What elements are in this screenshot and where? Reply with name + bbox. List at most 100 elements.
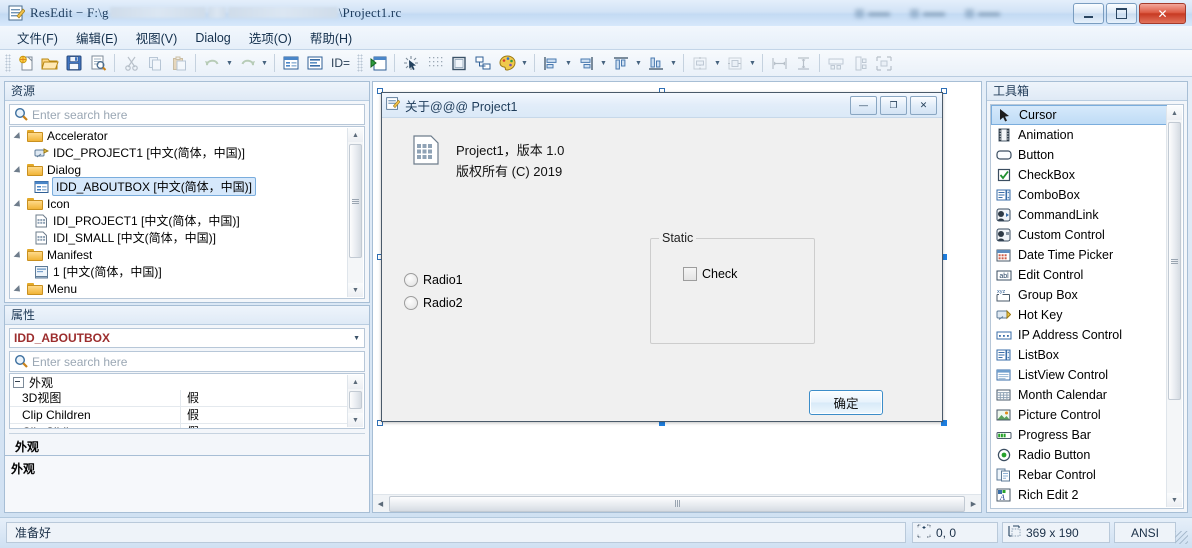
center-horizontal-dropdown-arrow[interactable]: ▼ bbox=[712, 52, 723, 74]
radio2-control[interactable]: Radio2 bbox=[404, 296, 463, 310]
tree-node-accelerator-folder[interactable]: Accelerator bbox=[10, 127, 348, 144]
property-row[interactable]: Clip Children 假 bbox=[10, 407, 348, 424]
tab-order-icon[interactable] bbox=[471, 51, 495, 75]
property-value[interactable]: 假 bbox=[180, 390, 348, 406]
tree-node-accelerator-item[interactable]: IDC_PROJECT1 [中文(简体，中国)] bbox=[10, 144, 348, 161]
about-dialog-preview[interactable]: 关于@@@ Project1 — ❐ ✕ Project1，版本 1.0 版权所… bbox=[381, 92, 943, 422]
copy-icon[interactable] bbox=[143, 51, 167, 75]
properties-icon[interactable] bbox=[279, 51, 303, 75]
tree-node-manifest-item[interactable]: 1 [中文(简体，中国)] bbox=[10, 263, 348, 280]
toolbox-item-rich-edit-2[interactable]: A Rich Edit 2 bbox=[991, 485, 1167, 505]
toolbox-item-ip-address-control[interactable]: IP Address Control bbox=[991, 325, 1167, 345]
menu-options[interactable]: 选项(O) bbox=[240, 25, 301, 50]
align-right-icon[interactable] bbox=[574, 51, 598, 75]
scroll-down-arrow[interactable]: ▼ bbox=[1167, 493, 1182, 507]
static-group-box[interactable]: Static Check bbox=[650, 231, 815, 344]
center-vertical-icon[interactable] bbox=[723, 51, 747, 75]
dialog-minimize-button[interactable]: — bbox=[850, 95, 877, 115]
toolbox-item-group-box[interactable]: xyz Group Box bbox=[991, 285, 1167, 305]
about-copyright-line[interactable]: 版权所有 (C) 2019 bbox=[456, 161, 562, 180]
undo-dropdown-arrow[interactable]: ▼ bbox=[224, 52, 235, 74]
editor-horizontal-scrollbar[interactable]: ◀ ▶ bbox=[373, 494, 981, 512]
toolbox-item-listview-control[interactable]: ListView Control bbox=[991, 365, 1167, 385]
align-bottom-icon[interactable] bbox=[644, 51, 668, 75]
property-row[interactable]: 3D视图 假 bbox=[10, 390, 348, 407]
toolbox-item-radio-button[interactable]: Radio Button bbox=[991, 445, 1167, 465]
scroll-thumb[interactable] bbox=[349, 391, 362, 409]
toolbox-item-month-calendar[interactable]: Month Calendar bbox=[991, 385, 1167, 405]
undo-icon[interactable] bbox=[200, 51, 224, 75]
expand-arrow-icon[interactable] bbox=[14, 130, 25, 141]
toolbox-item-picture-control[interactable]: Picture Control bbox=[991, 405, 1167, 425]
select-tool-icon[interactable] bbox=[399, 51, 423, 75]
toolbox-item-scroll-bar[interactable]: Scroll Bar bbox=[991, 505, 1167, 508]
center-horizontal-icon[interactable] bbox=[688, 51, 712, 75]
redo-icon[interactable] bbox=[235, 51, 259, 75]
tree-node-menu-item[interactable]: IDC_PROJECT1 [中文(简体，中国)] bbox=[10, 297, 348, 298]
toolbox-item-custom-control[interactable]: Custom Control bbox=[991, 225, 1167, 245]
new-file-icon[interactable] bbox=[14, 51, 38, 75]
align-left-dropdown-arrow[interactable]: ▼ bbox=[563, 52, 574, 74]
test-dialog-icon[interactable] bbox=[366, 51, 390, 75]
resize-grip[interactable] bbox=[1175, 531, 1188, 544]
tree-node-dialog-folder[interactable]: Dialog bbox=[10, 161, 348, 178]
tree-node-icon-folder[interactable]: Icon bbox=[10, 195, 348, 212]
tree-node-manifest-folder[interactable]: Manifest bbox=[10, 246, 348, 263]
align-left-icon[interactable] bbox=[539, 51, 563, 75]
toolbox-item-date-time-picker[interactable]: Date Time Picker bbox=[991, 245, 1167, 265]
ok-button[interactable]: 确定 bbox=[809, 390, 883, 415]
scroll-thumb[interactable] bbox=[389, 495, 965, 512]
toolbox-item-animation[interactable]: Animation bbox=[991, 125, 1167, 145]
properties-search-row[interactable]: Enter search here bbox=[9, 351, 365, 372]
expand-arrow-icon[interactable] bbox=[14, 283, 25, 294]
symbols-icon[interactable]: ID= bbox=[327, 56, 354, 70]
toolbox-item-checkbox[interactable]: CheckBox bbox=[991, 165, 1167, 185]
resource-search-row[interactable]: Enter search here bbox=[9, 104, 365, 125]
expand-arrow-icon[interactable] bbox=[14, 164, 25, 175]
about-version-line[interactable]: Project1，版本 1.0 bbox=[456, 140, 564, 159]
space-vertical-icon[interactable] bbox=[848, 51, 872, 75]
toolbox-item-listbox[interactable]: ListBox bbox=[991, 345, 1167, 365]
toolbox-item-edit-control[interactable]: abl Edit Control bbox=[991, 265, 1167, 285]
toolbox-item-hot-key[interactable]: Hot Key bbox=[991, 305, 1167, 325]
resource-tree[interactable]: Accelerator IDC_PROJECT1 [中文(简体，中国)] Dia… bbox=[9, 126, 365, 299]
scroll-thumb[interactable] bbox=[349, 144, 362, 258]
check-checkbox[interactable]: Check bbox=[683, 267, 737, 281]
dialog-maximize-button[interactable]: ❐ bbox=[880, 95, 907, 115]
scroll-down-arrow[interactable]: ▼ bbox=[348, 413, 363, 427]
same-height-icon[interactable] bbox=[791, 51, 815, 75]
size-to-content-icon[interactable] bbox=[872, 51, 896, 75]
redo-dropdown-arrow[interactable]: ▼ bbox=[259, 52, 270, 74]
property-grid-scrollbar[interactable]: ▲ ▼ bbox=[347, 375, 363, 427]
tree-node-menu-folder[interactable]: Menu bbox=[10, 280, 348, 297]
scroll-right-arrow[interactable]: ▶ bbox=[966, 496, 981, 511]
center-vertical-dropdown-arrow[interactable]: ▼ bbox=[747, 52, 758, 74]
palette-dropdown-arrow[interactable]: ▼ bbox=[519, 52, 530, 74]
collapse-icon[interactable] bbox=[13, 376, 24, 388]
menu-edit[interactable]: 编辑(E) bbox=[67, 25, 127, 50]
menu-help[interactable]: 帮助(H) bbox=[301, 25, 361, 50]
scroll-down-arrow[interactable]: ▼ bbox=[348, 283, 363, 297]
align-right-dropdown-arrow[interactable]: ▼ bbox=[598, 52, 609, 74]
property-group-appearance[interactable]: 外观 bbox=[10, 374, 348, 390]
menu-file[interactable]: 文件(F) bbox=[8, 25, 67, 50]
property-value[interactable]: 假 bbox=[180, 407, 348, 423]
radio1-control[interactable]: Radio1 bbox=[404, 273, 463, 287]
preview-icon[interactable] bbox=[86, 51, 110, 75]
toolbox-item-button[interactable]: Button bbox=[991, 145, 1167, 165]
scroll-up-arrow[interactable]: ▲ bbox=[1167, 106, 1182, 120]
menu-dialog[interactable]: Dialog bbox=[186, 28, 239, 48]
editor-canvas[interactable]: 关于@@@ Project1 — ❐ ✕ Project1，版本 1.0 版权所… bbox=[373, 82, 981, 494]
frame-icon[interactable] bbox=[447, 51, 471, 75]
toolbar-grip-1[interactable] bbox=[5, 54, 11, 72]
toolbox-list[interactable]: Cursor Animation Button CheckBox ComboBo bbox=[990, 104, 1184, 509]
radio-button-icon[interactable] bbox=[404, 273, 418, 287]
property-object-selector[interactable]: IDD_ABOUTBOX ▼ bbox=[9, 328, 365, 348]
expand-arrow-icon[interactable] bbox=[14, 249, 25, 260]
space-horizontal-icon[interactable] bbox=[824, 51, 848, 75]
tree-node-idi-small[interactable]: IDI_SMALL [中文(简体，中国)] bbox=[10, 229, 348, 246]
property-row[interactable]: Clip Siblings 假 bbox=[10, 424, 348, 428]
scroll-left-arrow[interactable]: ◀ bbox=[373, 496, 388, 511]
chevron-down-icon[interactable]: ▼ bbox=[353, 335, 360, 342]
scroll-thumb[interactable] bbox=[1168, 122, 1181, 400]
